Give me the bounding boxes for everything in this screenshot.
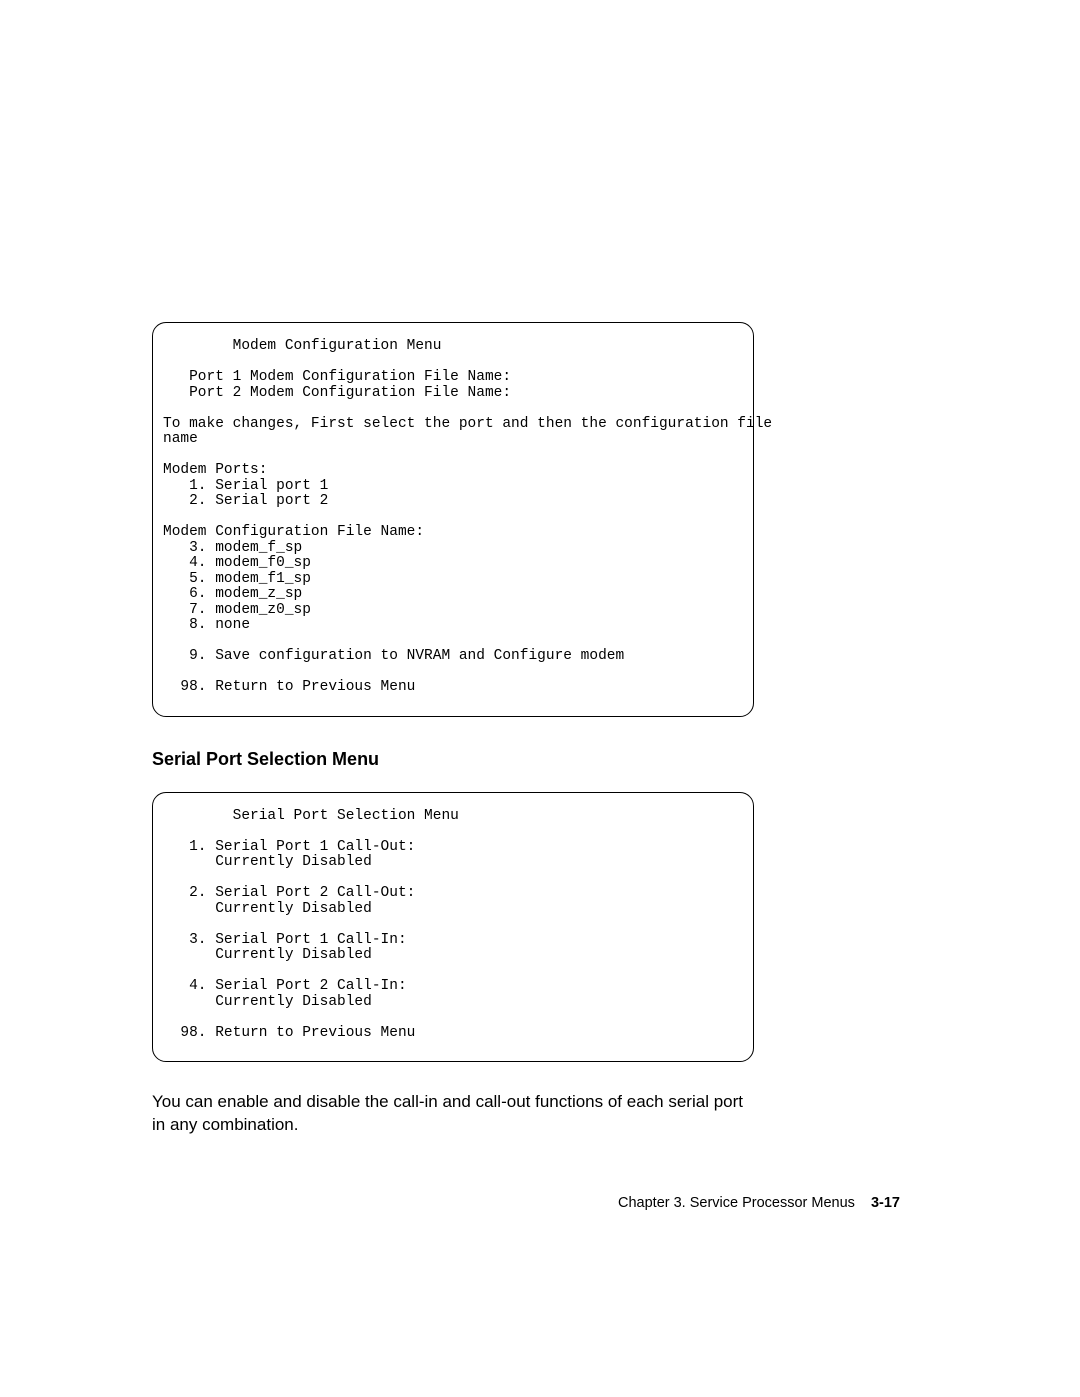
serial-port-selection-menu-box: Serial Port Selection Menu 1. Serial Por… [152,792,754,1063]
page: Modem Configuration Menu Port 1 Modem Co… [0,0,1080,1397]
serial-option-2b: Currently Disabled [163,901,372,917]
serial-option-2a: 2. Serial Port 2 Call-Out: [163,885,415,901]
modem-port-option-1: 1. Serial port 1 [163,478,328,494]
serial-option-98: 98. Return to Previous Menu [163,1025,415,1041]
config-option-9: 9. Save configuration to NVRAM and Confi… [163,648,624,664]
port1-config-line: Port 1 Modem Configuration File Name: [163,369,511,385]
config-option-7: 7. modem_z0_sp [163,602,311,618]
menu-title: Modem Configuration Menu [163,338,441,354]
page-footer: Chapter 3. Service Processor Menus 3-17 [0,1195,1080,1211]
config-file-header: Modem Configuration File Name: [163,524,424,540]
serial-option-3a: 3. Serial Port 1 Call-In: [163,932,407,948]
serial-port-selection-menu-text: Serial Port Selection Menu 1. Serial Por… [153,809,753,1042]
config-option-4: 4. modem_f0_sp [163,555,311,571]
modem-configuration-menu-box: Modem Configuration Menu Port 1 Modem Co… [152,322,754,717]
modem-configuration-menu-text: Modem Configuration Menu Port 1 Modem Co… [153,339,753,696]
config-option-98: 98. Return to Previous Menu [163,679,415,695]
footer-chapter: Chapter 3. Service Processor Menus [618,1195,855,1211]
instructions-line-2: name [163,431,198,447]
serial-menu-title: Serial Port Selection Menu [163,808,459,824]
content-column: Modem Configuration Menu Port 1 Modem Co… [152,322,752,1136]
serial-option-1b: Currently Disabled [163,854,372,870]
serial-option-4b: Currently Disabled [163,994,372,1010]
section-title-serial-port-selection: Serial Port Selection Menu [152,749,752,770]
serial-option-4a: 4. Serial Port 2 Call-In: [163,978,407,994]
config-option-5: 5. modem_f1_sp [163,571,311,587]
config-option-6: 6. modem_z_sp [163,586,302,602]
config-option-8: 8. none [163,617,250,633]
modem-ports-header: Modem Ports: [163,462,267,478]
serial-option-3b: Currently Disabled [163,947,372,963]
config-option-3: 3. modem_f_sp [163,540,302,556]
body-paragraph: You can enable and disable the call-in a… [152,1090,752,1136]
port2-config-line: Port 2 Modem Configuration File Name: [163,385,511,401]
instructions-line-1: To make changes, First select the port a… [163,416,772,432]
modem-port-option-2: 2. Serial port 2 [163,493,328,509]
footer-page-number: 3-17 [871,1195,900,1211]
serial-option-1a: 1. Serial Port 1 Call-Out: [163,839,415,855]
